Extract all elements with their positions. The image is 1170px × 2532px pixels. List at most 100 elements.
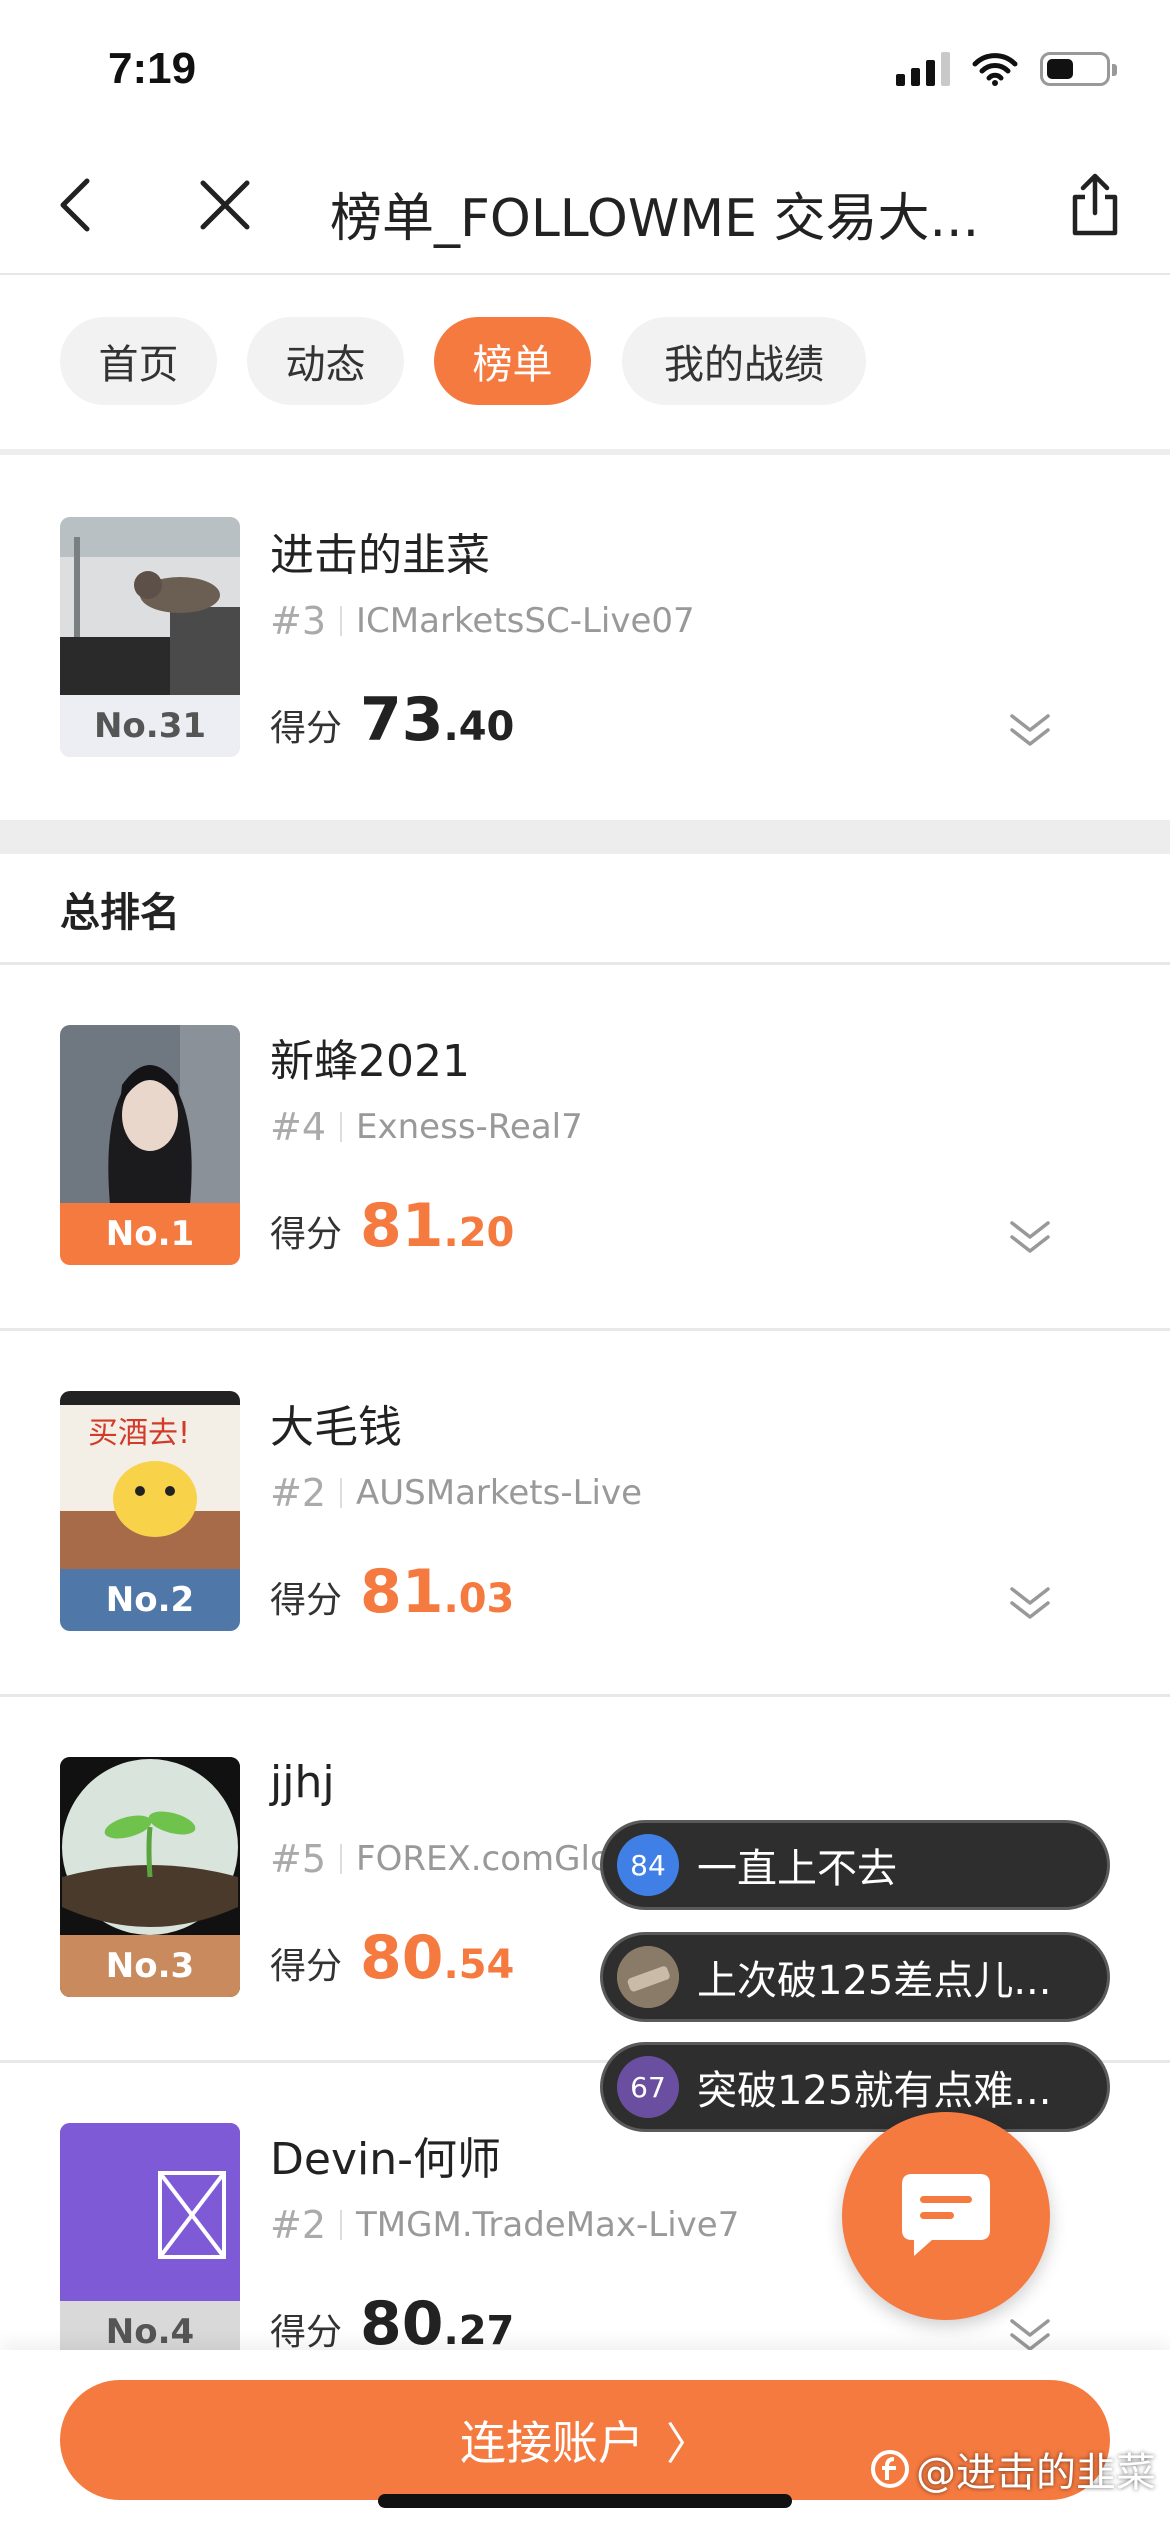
- separator: [340, 2210, 343, 2240]
- score: 得分 81 .03: [270, 1557, 514, 1627]
- trader-name: 大毛钱: [270, 1402, 402, 1453]
- separator: [340, 606, 343, 636]
- rank-tag: No.31: [60, 695, 240, 757]
- trader-server: AUSMarkets-Live: [356, 1473, 643, 1513]
- section-divider: [0, 820, 1170, 854]
- score-int: 81: [360, 1557, 444, 1627]
- page-title: 榜单_FOLLOWME 交易大...: [330, 189, 980, 249]
- trader-meta: #4 Exness-Real7: [270, 1105, 583, 1149]
- avatar: 买酒去! No.2: [60, 1391, 240, 1631]
- tab-my-record[interactable]: 我的战绩: [622, 317, 866, 405]
- cartoon-cat-icon: 买酒去!: [60, 1391, 240, 1571]
- comment-count: 67: [617, 2056, 679, 2118]
- chevron-down-icon[interactable]: [1000, 1207, 1060, 1267]
- score: 得分 81 .20: [270, 1191, 514, 1261]
- my-ranking-entry[interactable]: No.31 进击的韭菜 #3 ICMarketsSC-Live07 得分 73 …: [0, 455, 1170, 820]
- close-button[interactable]: [190, 170, 260, 240]
- trader-name: Devin-何师: [270, 2134, 501, 2185]
- score-label: 得分: [270, 708, 343, 749]
- comment-fab-button[interactable]: [842, 2112, 1050, 2320]
- trader-meta: #3 ICMarketsSC-Live07: [270, 599, 695, 643]
- back-button[interactable]: [40, 170, 110, 240]
- placeholder-image-icon: [60, 2123, 240, 2303]
- trader-name: 新蜂2021: [270, 1036, 470, 1087]
- score-dec: .20: [443, 1210, 515, 1256]
- separator: [340, 1112, 343, 1142]
- connect-account-label: 连接账户: [460, 2416, 644, 2470]
- close-icon: [200, 180, 250, 230]
- comment-bubble[interactable]: 67 突破125就有点难...: [600, 2042, 1110, 2132]
- chat-icon: [902, 2174, 990, 2256]
- sprout-icon: [60, 1757, 240, 1937]
- cat-photo-icon: [60, 517, 240, 697]
- score-label: 得分: [270, 1214, 343, 1255]
- tab-activity[interactable]: 动态: [247, 317, 404, 405]
- trader-meta: #2 AUSMarkets-Live: [270, 1471, 642, 1515]
- trader-rank: #2: [270, 1471, 327, 1515]
- score-int: 80: [360, 1923, 444, 1993]
- share-button[interactable]: [1060, 170, 1130, 240]
- trader-server: ICMarketsSC-Live07: [356, 601, 695, 641]
- trader-meta: #5 FOREX.comGlo: [270, 1837, 611, 1881]
- comment-bubble[interactable]: 上次破125差点儿...: [600, 1932, 1110, 2022]
- score-dec: .27: [443, 2308, 515, 2353]
- score-label: 得分: [270, 2312, 343, 2353]
- trader-rank: #4: [270, 1105, 327, 1149]
- chevron-down-icon[interactable]: [1000, 700, 1060, 760]
- score-dec: .40: [443, 704, 515, 750]
- trader-rank: #2: [270, 2203, 327, 2247]
- comment-count: 84: [617, 1834, 679, 1896]
- comment-text: 一直上不去: [697, 1846, 897, 1892]
- watermark: @进击的韭菜: [870, 2440, 1156, 2498]
- trader-rank: #5: [270, 1837, 327, 1881]
- trader-server: TMGM.TradeMax-Live7: [356, 2205, 740, 2245]
- avatar-icon: [617, 1946, 679, 2008]
- trader-rank: #3: [270, 599, 327, 643]
- status-bar: 7:19: [0, 0, 1170, 140]
- watermark-text: @进击的韭菜: [916, 2450, 1156, 2496]
- brand-logo-icon: [871, 2450, 909, 2488]
- tab-ranking[interactable]: 榜单: [434, 317, 591, 405]
- tab-home[interactable]: 首页: [60, 317, 217, 405]
- svg-text:买酒去!: 买酒去!: [88, 1416, 190, 1451]
- rank-tag: No.2: [60, 1569, 240, 1631]
- comment-text: 上次破125差点儿...: [697, 1958, 1052, 2004]
- section-title: 总排名: [60, 890, 180, 936]
- rank-tag: No.4: [60, 2301, 240, 2353]
- trader-server: FOREX.comGlo: [356, 1839, 611, 1879]
- share-icon: [1072, 173, 1118, 236]
- score-label: 得分: [270, 1946, 343, 1987]
- score-int: 73: [360, 685, 444, 755]
- score-label: 得分: [270, 1580, 343, 1621]
- cellular-signal-icon: [896, 52, 950, 86]
- home-indicator[interactable]: [378, 2494, 792, 2508]
- chevron-down-icon[interactable]: [1000, 2305, 1060, 2353]
- comment-bubble[interactable]: 84 一直上不去: [600, 1820, 1110, 1910]
- avatar: No.1: [60, 1025, 240, 1265]
- score: 得分 80 .54: [270, 1923, 514, 1993]
- separator: [340, 1844, 343, 1874]
- trader-server: Exness-Real7: [356, 1107, 583, 1147]
- chevron-down-icon[interactable]: [1000, 1573, 1060, 1633]
- status-time: 7:19: [108, 44, 197, 93]
- rank-tag: No.1: [60, 1203, 240, 1265]
- avatar: No.3: [60, 1757, 240, 1997]
- ranking-entry[interactable]: 买酒去! No.2 大毛钱 #2 AUSMarkets-Live 得分 81 .…: [0, 1331, 1170, 1696]
- score: 得分 73 .40: [270, 685, 514, 755]
- score-int: 81: [360, 1191, 444, 1261]
- rank-tag: No.3: [60, 1935, 240, 1997]
- ranking-entry[interactable]: No.1 新蜂2021 #4 Exness-Real7 得分 81 .20: [0, 965, 1170, 1330]
- trader-name: 进击的韭菜: [270, 530, 490, 581]
- woman-photo-icon: [60, 1025, 240, 1205]
- comment-text: 突破125就有点难...: [697, 2068, 1052, 2114]
- avatar: No.31: [60, 517, 240, 757]
- trader-meta: #2 TMGM.TradeMax-Live7: [270, 2203, 739, 2247]
- score: 得分 80 .27: [270, 2289, 514, 2353]
- chevron-left-icon: [60, 178, 90, 232]
- battery-icon: [1040, 52, 1117, 86]
- score-dec: .54: [443, 1942, 515, 1988]
- tab-row: 首页 动态 榜单 我的战绩: [0, 275, 1170, 455]
- chevron-right-icon: 〉: [666, 2419, 710, 2470]
- avatar: No.4: [60, 2123, 240, 2353]
- separator: [340, 1478, 343, 1508]
